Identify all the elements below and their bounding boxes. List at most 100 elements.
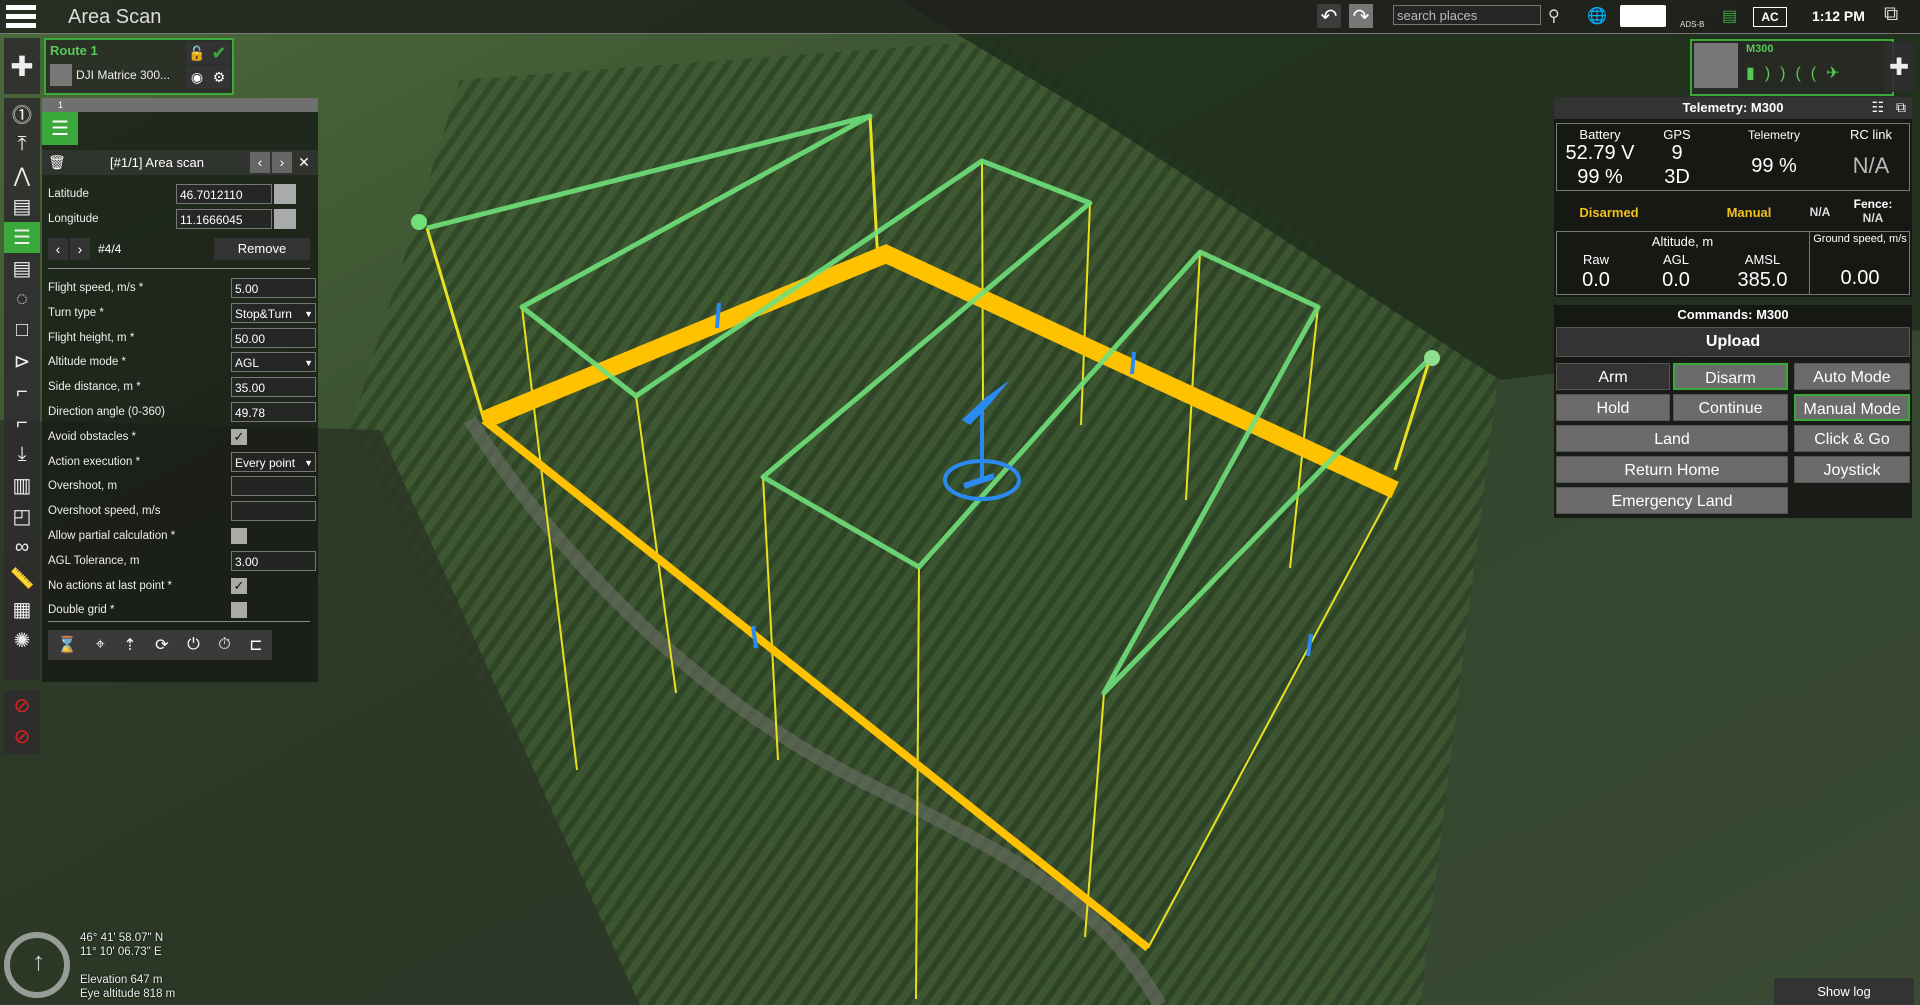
corridor-photo-icon[interactable]: ⌐ bbox=[4, 377, 40, 408]
hamburger-menu-icon[interactable] bbox=[6, 5, 36, 29]
check-icon[interactable]: ✔ bbox=[208, 42, 230, 64]
unlock-icon[interactable]: 🔓 bbox=[186, 42, 208, 64]
adsb-icon[interactable]: ADS-B bbox=[1680, 20, 1704, 29]
longitude-input[interactable]: 11.1666045 bbox=[176, 209, 272, 229]
no-fly-zone-circle-icon[interactable]: ⊘ bbox=[4, 721, 40, 752]
continue-button[interactable]: Continue bbox=[1673, 394, 1788, 421]
expand-icon[interactable]: ⧉ bbox=[1896, 99, 1906, 116]
param-label: Overshoot speed, m/s bbox=[48, 505, 161, 518]
compass[interactable]: ↑ bbox=[4, 932, 70, 998]
redo-icon[interactable]: ↷ bbox=[1349, 4, 1373, 28]
light-icon[interactable]: ✺ bbox=[4, 625, 40, 656]
show-log-button[interactable]: Show log bbox=[1774, 978, 1914, 1005]
latitude-input[interactable]: 46.7012110 bbox=[176, 184, 272, 204]
trash-icon[interactable]: 🗑 bbox=[48, 154, 66, 171]
settings-icon[interactable]: ⚙ bbox=[208, 66, 230, 88]
area-scan-icon[interactable]: ☰ bbox=[4, 222, 40, 253]
camera-rotate-icon[interactable]: ⟳ bbox=[155, 635, 168, 655]
param-input[interactable] bbox=[231, 476, 316, 497]
takeoff-icon[interactable]: ⤒ bbox=[4, 129, 40, 160]
hourglass-icon[interactable]: ⌛ bbox=[57, 635, 77, 655]
auto-mode-button[interactable]: Auto Mode bbox=[1794, 363, 1910, 390]
rectangle-icon[interactable]: □ bbox=[4, 315, 40, 346]
param-row: AGL Tolerance, m 3.00 bbox=[48, 550, 316, 573]
camera-distance-icon[interactable]: ⊏ bbox=[249, 635, 262, 655]
param-checkbox[interactable] bbox=[231, 528, 247, 544]
click-and-go-button[interactable]: Click & Go bbox=[1794, 425, 1910, 452]
add-route-toolbar: ✚ bbox=[4, 38, 40, 94]
param-checkbox[interactable] bbox=[231, 602, 247, 619]
camera-target-icon[interactable]: ⌖ bbox=[96, 636, 105, 654]
area-scan-tab-icon[interactable]: ☰ bbox=[42, 112, 78, 145]
param-label: AGL Tolerance, m bbox=[48, 554, 140, 567]
no-fly-zone-square-icon[interactable]: ⊘ bbox=[4, 690, 40, 721]
satellite-icon: ✈ bbox=[1826, 65, 1850, 82]
landing-icon[interactable]: ⤓ bbox=[4, 439, 40, 470]
upload-button[interactable]: Upload bbox=[1556, 327, 1910, 357]
next-segment-button[interactable]: › bbox=[272, 152, 292, 173]
area-scan-lidar-icon[interactable]: ▤ bbox=[4, 253, 40, 284]
list-view-icon[interactable]: ☷ bbox=[1871, 99, 1884, 116]
disarm-button[interactable]: Disarm bbox=[1673, 363, 1788, 390]
double-circle-icon[interactable]: ∞ bbox=[4, 532, 40, 563]
camera-timer-icon[interactable]: ⏱ bbox=[218, 636, 230, 654]
remove-button[interactable]: Remove bbox=[214, 238, 310, 260]
param-select[interactable]: Stop&Turn bbox=[231, 302, 316, 324]
mission-hub-icon[interactable]: ⧉ bbox=[1884, 3, 1898, 26]
ruler-icon[interactable]: 📏 bbox=[4, 563, 40, 594]
eye-icon[interactable]: ◉ bbox=[186, 66, 208, 88]
keyboard-icon[interactable] bbox=[1620, 5, 1666, 27]
checklist-icon[interactable]: ▤ bbox=[1722, 6, 1737, 26]
hold-button[interactable]: Hold bbox=[1556, 394, 1670, 421]
globe-icon[interactable]: 🌐 bbox=[1587, 6, 1607, 26]
overlay-icon[interactable]: ▦ bbox=[4, 594, 40, 625]
add-route-icon[interactable]: ✚ bbox=[4, 38, 40, 94]
circle-icon[interactable]: ◌ bbox=[4, 284, 40, 315]
search-icon[interactable]: ⚲ bbox=[1548, 6, 1560, 26]
prev-point-button[interactable]: ‹ bbox=[48, 238, 68, 260]
eye-altitude-readout: Eye altitude 818 m bbox=[80, 988, 176, 1000]
altitude-change-icon[interactable]: ⇡ bbox=[123, 635, 136, 655]
add-drone-icon[interactable]: ✚ bbox=[1884, 42, 1914, 92]
land-button[interactable]: Land bbox=[1556, 425, 1788, 452]
route-card[interactable]: Route 1 DJI Matrice 300... 🔓 ✔ ◉ ⚙ bbox=[44, 38, 234, 95]
param-select[interactable]: AGL bbox=[231, 352, 316, 373]
spiral-icon[interactable]: ◰ bbox=[4, 501, 40, 532]
param-select[interactable]: Every point bbox=[231, 451, 316, 473]
undo-icon[interactable]: ↶ bbox=[1317, 4, 1341, 28]
polyline-icon[interactable]: ⋀ bbox=[4, 160, 40, 191]
param-checkbox[interactable]: ✓ bbox=[231, 577, 247, 594]
prev-segment-button[interactable]: ‹ bbox=[250, 152, 270, 173]
camera-start-icon[interactable]: ⏻ bbox=[187, 636, 200, 654]
param-input[interactable]: 49.78 bbox=[231, 402, 316, 422]
return-home-button[interactable]: Return Home bbox=[1556, 456, 1788, 483]
next-point-button[interactable]: › bbox=[70, 238, 90, 260]
arm-button[interactable]: Arm bbox=[1556, 363, 1670, 390]
start-waypoint-marker[interactable] bbox=[411, 214, 427, 230]
grid-scan-icon[interactable]: ▥ bbox=[4, 470, 40, 501]
gps-satellites: 9 bbox=[1671, 142, 1683, 164]
param-input[interactable] bbox=[231, 501, 316, 522]
search-input[interactable]: search places bbox=[1393, 5, 1541, 25]
area-scan-photo-icon[interactable]: ▤ bbox=[4, 191, 40, 222]
param-input[interactable]: 35.00 bbox=[231, 377, 316, 398]
param-row: Overshoot, m bbox=[48, 476, 316, 498]
joystick-button[interactable]: Joystick bbox=[1794, 456, 1910, 483]
corridor-lidar-icon[interactable]: ⌐ bbox=[4, 408, 40, 439]
waypoint-icon[interactable]: ⓵ bbox=[4, 98, 40, 129]
drone-card[interactable]: M300 ▮))((✈ bbox=[1690, 39, 1894, 96]
close-icon[interactable]: ✕ bbox=[294, 152, 314, 173]
area-scan-panel: 1 ☰ 🗑 [#1/1] Area scan ‹ › ✕ Latitude 46… bbox=[42, 98, 318, 682]
manual-mode-button[interactable]: Manual Mode bbox=[1794, 394, 1910, 421]
param-input[interactable]: 50.00 bbox=[231, 327, 316, 348]
coord-format-icon[interactable] bbox=[274, 184, 296, 204]
param-input[interactable]: 3.00 bbox=[231, 550, 316, 571]
param-input[interactable]: 5.00 bbox=[231, 278, 316, 298]
extra-status: N/A bbox=[1809, 205, 1831, 219]
facade-scan-icon[interactable]: ⊳ bbox=[4, 346, 40, 377]
coord-format-icon[interactable] bbox=[274, 209, 296, 229]
emergency-land-button[interactable]: Emergency Land bbox=[1556, 487, 1788, 514]
raw-altitude: 0.0 bbox=[1582, 269, 1610, 291]
end-waypoint-marker[interactable] bbox=[1424, 350, 1440, 366]
param-checkbox[interactable]: ✓ bbox=[231, 428, 247, 445]
